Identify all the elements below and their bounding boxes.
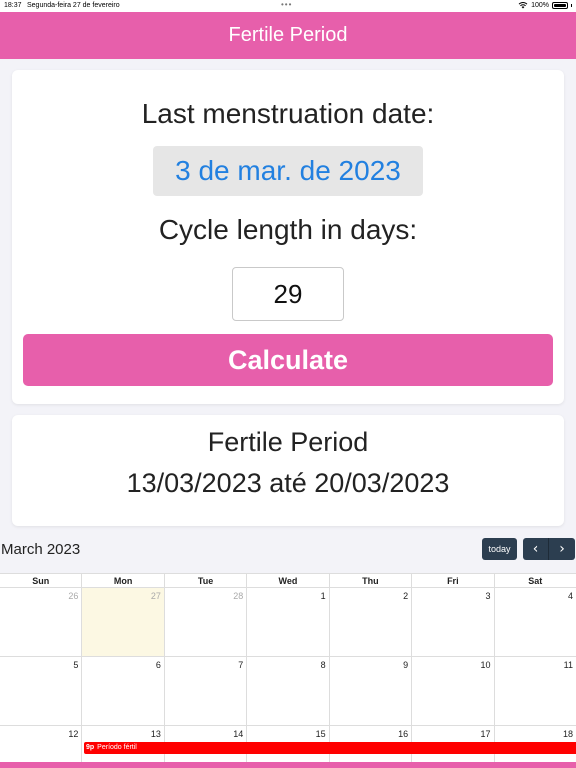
form-card: Last menstruation date: 3 de mar. de 202… <box>12 70 564 404</box>
day-number: 8 <box>320 660 326 670</box>
result-title: Fertile Period <box>207 427 369 457</box>
status-time: 18:37 <box>4 2 22 9</box>
chevron-right-icon: › <box>559 541 565 557</box>
calendar-day[interactable]: 8 <box>246 657 328 725</box>
prev-month-button[interactable]: ‹ <box>523 538 549 560</box>
day-number: 17 <box>480 729 491 739</box>
calendar-day[interactable]: 3 <box>411 588 493 656</box>
fertile-period-event[interactable]: 9p Período fértil <box>84 742 576 754</box>
day-number: 27 <box>150 591 161 601</box>
calculate-button[interactable]: Calculate <box>23 334 553 386</box>
calendar-toolbar: March 2023 today ‹ › <box>0 538 576 562</box>
calendar-day[interactable]: 2 <box>328 588 411 656</box>
cycle-length-input[interactable] <box>232 267 344 321</box>
result-range: 13/03/2023 até 20/03/2023 <box>126 468 450 498</box>
day-number: 10 <box>480 660 491 670</box>
calendar-grid: Sun Mon Tue Wed Thu Fri Sat 26 27 28 1 2… <box>0 573 576 768</box>
calendar-nav: ‹ › <box>523 538 576 560</box>
multitask-dots-icon[interactable]: ••• <box>281 0 292 9</box>
day-number: 15 <box>315 729 326 739</box>
day-number: 4 <box>567 591 573 601</box>
battery-percent: 100% <box>531 1 549 9</box>
calendar-title: March 2023 <box>1 541 81 558</box>
last-date-picker[interactable]: 3 de mar. de 2023 <box>153 146 423 196</box>
weekday-sat: Sat <box>493 574 576 587</box>
calendar-day[interactable]: 28 <box>163 588 246 656</box>
battery-icon <box>552 1 568 9</box>
app-header: Fertile Period <box>0 12 576 59</box>
event-time: 9p <box>86 744 95 751</box>
calendar-day[interactable]: 26 <box>0 588 81 656</box>
day-number: 9 <box>403 660 409 670</box>
day-number: 18 <box>562 729 573 739</box>
calendar-day-today[interactable]: 27 <box>81 588 164 656</box>
next-month-button[interactable]: › <box>549 538 575 560</box>
day-number: 16 <box>398 729 409 739</box>
day-number: 26 <box>68 591 79 601</box>
day-number: 11 <box>563 660 573 670</box>
calendar-week: 5 6 7 8 9 10 11 <box>0 657 576 726</box>
calendar-day[interactable]: 4 <box>493 588 576 656</box>
day-number: 6 <box>155 660 161 670</box>
weekday-wed: Wed <box>246 574 328 587</box>
calendar-day[interactable]: 10 <box>411 657 493 725</box>
day-number: 12 <box>68 729 79 739</box>
status-date: Segunda-feira 27 de fevereiro <box>27 2 120 9</box>
status-right: 100% <box>518 1 572 9</box>
day-number: 7 <box>238 660 244 670</box>
chevron-left-icon: ‹ <box>532 541 539 557</box>
today-button[interactable]: today <box>482 538 517 560</box>
last-date-value: 3 de mar. de 2023 <box>175 155 401 186</box>
header-title: Fertile Period <box>228 24 348 46</box>
result-card: Fertile Period 13/03/2023 até 20/03/2023 <box>12 415 564 526</box>
last-date-label: Last menstruation date: <box>141 98 435 129</box>
day-number: 14 <box>233 729 244 739</box>
day-number: 5 <box>73 660 79 670</box>
day-number: 2 <box>403 591 409 601</box>
cycle-label: Cycle length in days: <box>158 214 418 245</box>
calendar-day[interactable]: 9 <box>328 657 411 725</box>
event-title: Período fértil <box>97 744 137 751</box>
calendar-day[interactable]: 6 <box>81 657 163 725</box>
weekday-sun: Sun <box>32 576 50 586</box>
calendar-day[interactable]: 1 <box>246 588 328 656</box>
weekday-thu: Thu <box>328 574 411 587</box>
weekday-fri: Fri <box>411 574 493 587</box>
day-number: 3 <box>485 591 491 601</box>
day-number: 28 <box>233 591 244 601</box>
calendar-day[interactable]: 5 <box>0 657 81 725</box>
bottom-bar <box>0 762 576 768</box>
day-number: 13 <box>150 729 161 739</box>
weekday-header: Sun Mon Tue Wed Thu Fri Sat <box>0 573 576 588</box>
calendar-day[interactable]: 11 <box>493 657 576 725</box>
wifi-icon <box>518 2 528 9</box>
calendar-day[interactable]: 7 <box>163 657 246 725</box>
status-bar: 18:37 Segunda-feira 27 de fevereiro ••• … <box>0 0 576 12</box>
weekday-tue: Tue <box>163 574 246 587</box>
day-number: 1 <box>320 591 326 601</box>
battery-cap <box>571 3 572 7</box>
weekday-mon: Mon <box>81 574 163 587</box>
calendar-week: 26 27 28 1 2 3 4 <box>0 588 576 657</box>
